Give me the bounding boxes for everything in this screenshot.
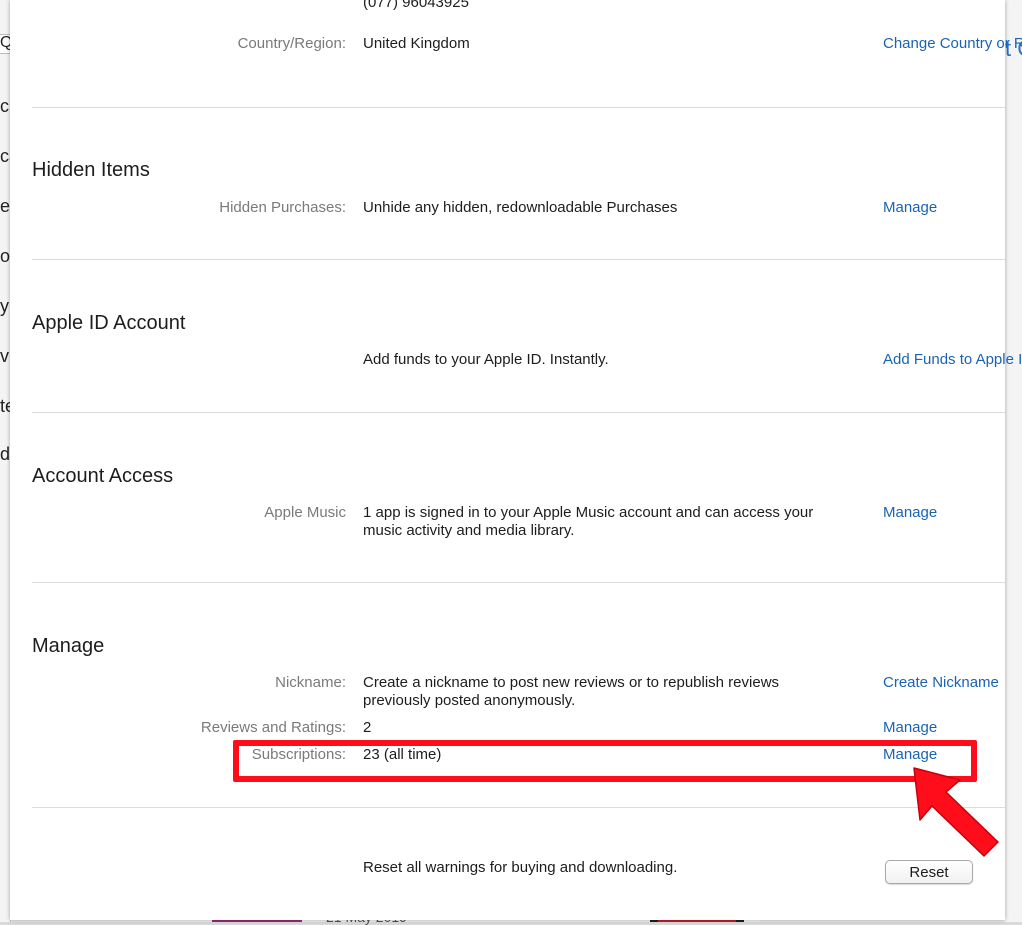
apple-music-manage-link[interactable]: Manage (883, 504, 937, 521)
hidden-items-title: Hidden Items (32, 159, 150, 181)
reset-button[interactable]: Reset (885, 860, 973, 884)
background-text-fragment: ca (0, 146, 10, 166)
hidden-purchases-value: Unhide any hidden, redownloadable Purcha… (363, 199, 678, 216)
manage-title: Manage (32, 635, 105, 657)
country-region-label: Country/Region: (237, 35, 346, 52)
apple-music-value: 1 app is signed in to your Apple Music a… (363, 504, 814, 539)
section-divider (32, 107, 1005, 108)
apple-music-label: Apple Music (264, 504, 346, 521)
nickname-value: Create a nickname to post new reviews or… (363, 674, 780, 709)
background-text-fragment: or (0, 246, 10, 266)
account-access-title: Account Access (32, 465, 174, 487)
reviews-ratings-label: Reviews and Ratings: (200, 719, 346, 736)
reset-warnings-description: Reset all warnings for buying and downlo… (363, 859, 678, 876)
nickname-label: Nickname: (275, 674, 346, 691)
background-text-fragment: v (0, 346, 9, 366)
background-text-fragment: d (0, 444, 10, 464)
reviews-ratings-manage-link[interactable]: Manage (883, 719, 937, 736)
hidden-purchases-label: Hidden Purchases: (219, 199, 346, 216)
account-info-sheet: (077) 96043925 Country/Region: United Ki… (10, 0, 1022, 920)
background-text-fragment: ea (0, 196, 10, 216)
section-divider (32, 582, 1005, 583)
section-divider (32, 412, 1005, 413)
add-funds-description: Add funds to your Apple ID. Instantly. (363, 351, 609, 368)
phone-number: (077) 96043925 (363, 0, 469, 11)
background-right-strip: t C (1005, 0, 1022, 922)
section-divider (32, 259, 1005, 260)
country-region-value: United Kingdom (363, 35, 470, 52)
subscriptions-manage-link[interactable]: Manage (883, 746, 937, 763)
change-country-link[interactable]: Change Country or Region (883, 35, 1022, 52)
hidden-purchases-manage-link[interactable]: Manage (883, 199, 937, 216)
background-text-fragment: Q (0, 34, 10, 51)
create-nickname-link[interactable]: Create Nickname (883, 674, 999, 691)
background-text-fragment: y (0, 296, 9, 316)
add-funds-link[interactable]: Add Funds to Apple ID (883, 351, 1022, 368)
reviews-ratings-value: 2 (363, 719, 372, 736)
background-text-fragment: te (0, 396, 10, 416)
apple-id-account-title: Apple ID Account (32, 312, 186, 334)
background-text-fragment: c (0, 96, 9, 116)
subscriptions-label: Subscriptions: (251, 746, 346, 763)
section-divider (32, 807, 1005, 808)
subscriptions-value: 23 (all time) (363, 746, 442, 763)
